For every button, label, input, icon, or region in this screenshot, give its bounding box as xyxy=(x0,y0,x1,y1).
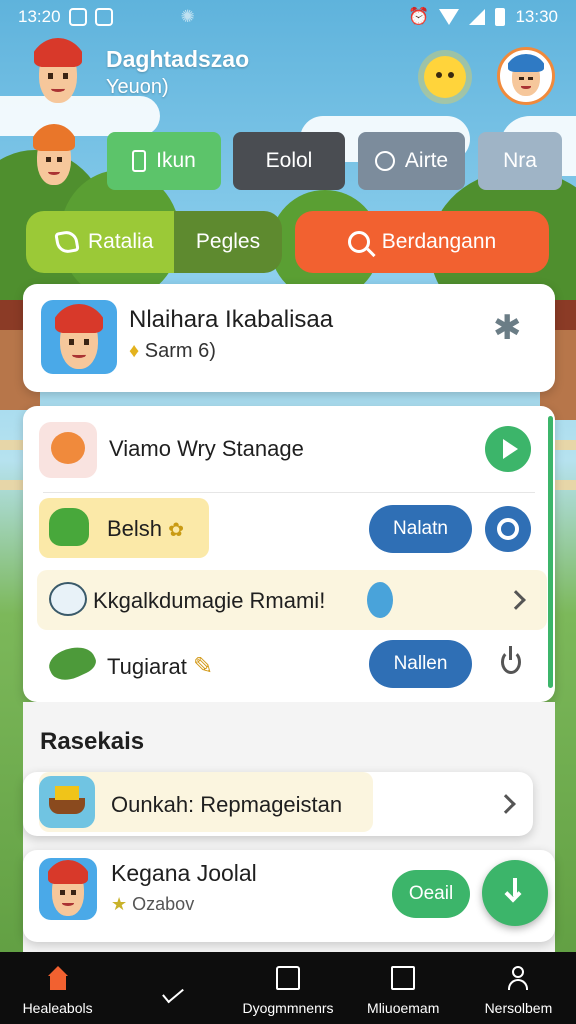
status-time-right: 13:30 xyxy=(515,7,558,26)
activity-list-card: Viamo Wry Stanage Belsh ✿ Nalatn Kkgalkd… xyxy=(23,406,555,702)
recent-item-meta-text: Ozabov xyxy=(132,894,195,914)
assistant-icon: ✺ xyxy=(180,7,195,26)
chat-icon xyxy=(39,422,97,478)
phone-icon xyxy=(54,229,80,255)
frog-icon xyxy=(49,508,89,546)
nav-item-label: Mliuoemam xyxy=(367,1000,440,1016)
profile-card[interactable]: Nlaihara Ikabalisaa ♦ Sarm 6) ✱ xyxy=(23,284,555,392)
bird-icon xyxy=(367,582,393,618)
search-button[interactable]: Berdangann xyxy=(295,211,549,273)
quick-button-label: Eolol xyxy=(265,149,313,172)
mascot-avatar xyxy=(28,124,80,188)
nav-item-label: Dyogmmnenrs xyxy=(242,1000,334,1016)
recent-item[interactable]: Ounkah: Repmageistan xyxy=(23,772,533,836)
nav-item-label: Healeabols xyxy=(22,1000,93,1016)
chevron-right-icon[interactable] xyxy=(496,794,516,814)
tool-icon xyxy=(374,151,395,171)
nav-item-mliuoemam[interactable]: Mliuoemam xyxy=(346,952,461,1024)
pin-icon[interactable]: ✱ xyxy=(493,308,522,348)
list-item[interactable]: Tugiarat ✎ Nallen xyxy=(23,632,549,696)
download-icon xyxy=(504,878,524,906)
phone-icon xyxy=(132,150,147,172)
download-fab[interactable] xyxy=(482,860,548,926)
recent-item-meta: ★ Ozabov xyxy=(111,894,194,915)
oeail-button[interactable]: Oeail xyxy=(392,870,470,918)
app-notification-icon xyxy=(68,8,87,26)
home-icon xyxy=(46,966,70,990)
quick-button-label: Nra xyxy=(503,149,537,172)
list-item-label: Tugiarat ✎ xyxy=(107,653,214,680)
quick-button-label: Ikun xyxy=(156,149,196,172)
alarm-icon: ⏰ xyxy=(408,7,430,26)
list-item[interactable]: Kkgalkdumagie Rmami! xyxy=(37,570,547,630)
recent-item-label: Kegana Joolal xyxy=(111,860,257,886)
profile-card-avatar xyxy=(41,300,117,374)
quick-button-airte[interactable]: Airte xyxy=(358,132,465,190)
profile-card-meta-text: Sarm 6) xyxy=(144,340,216,362)
message-icon xyxy=(391,966,416,990)
profile-button[interactable] xyxy=(497,47,555,105)
ratalia-label: Ratalia xyxy=(88,230,154,253)
nav-item-dyogmmnenrs[interactable]: Dyogmmnenrs xyxy=(230,952,345,1024)
recent-item-label: Ounkah: Repmageistan xyxy=(111,792,343,817)
list-item[interactable]: Viamo Wry Stanage xyxy=(23,406,549,492)
list-item[interactable]: Belsh ✿ Nalatn xyxy=(23,494,549,566)
status-bar: 13:20 ✺ ⏰ 13:30 xyxy=(0,0,576,34)
nalatn-button[interactable]: Nalatn xyxy=(369,505,472,553)
nav-item-check[interactable] xyxy=(115,952,230,1024)
list-item-label: Kkgalkdumagie Rmami! xyxy=(93,588,326,613)
search-icon xyxy=(347,231,370,253)
header-avatar[interactable] xyxy=(28,38,88,106)
search-label: Berdangann xyxy=(381,230,497,253)
chevron-right-icon[interactable] xyxy=(506,590,526,610)
quick-button-ikun[interactable]: Ikun xyxy=(107,132,221,190)
boat-icon xyxy=(39,776,95,828)
sparkle-icon: ✿ xyxy=(168,520,185,541)
bottom-navigation: Healeabols Dyogmmnenrs Mliuoemam Nersolb… xyxy=(0,952,576,1024)
profile-card-name: Nlaihara Ikabalisaa xyxy=(129,306,334,333)
list-item-label: Viamo Wry Stanage xyxy=(109,436,304,461)
pegles-button[interactable]: Pegles xyxy=(174,211,282,273)
quick-button-eolol[interactable]: Eolol xyxy=(233,132,345,190)
pegles-label: Pegles xyxy=(195,230,261,253)
wifi-icon xyxy=(439,9,460,25)
section-title: Rasekais xyxy=(40,728,145,755)
nav-item-home[interactable]: Healeabols xyxy=(0,952,115,1024)
recent-item[interactable]: Kegana Joolal ★ Ozabov Oeail xyxy=(23,850,555,942)
signal-icon xyxy=(469,9,486,25)
list-item-label: Belsh ✿ xyxy=(107,516,185,541)
nav-item-nersolbem[interactable]: Nersolbem xyxy=(461,952,576,1024)
quick-button-label: Airte xyxy=(404,149,449,172)
dino-icon xyxy=(44,639,100,687)
recent-item-avatar xyxy=(39,858,97,920)
battery-icon xyxy=(495,8,506,26)
app-subtitle: Yeuon) xyxy=(106,76,169,98)
profile-avatar xyxy=(504,54,548,98)
profile-card-meta: ♦ Sarm 6) xyxy=(129,340,216,363)
house-icon xyxy=(276,966,300,990)
sun-icon[interactable] xyxy=(424,56,466,98)
user-icon xyxy=(506,966,530,990)
nallen-button[interactable]: Nallen xyxy=(369,640,472,688)
star-icon: ★ xyxy=(111,894,128,914)
play-button[interactable] xyxy=(485,426,531,472)
feather-icon: ✎ xyxy=(193,653,214,680)
quick-button-nra[interactable]: Nra xyxy=(478,132,562,190)
check-icon xyxy=(161,982,185,1006)
ratalia-button[interactable]: Ratalia xyxy=(26,211,174,273)
target-button[interactable] xyxy=(485,506,531,552)
app-title: Daghtadszao xyxy=(106,46,250,72)
nav-item-label: Nersolbem xyxy=(484,1000,553,1016)
cloud-icon xyxy=(49,582,87,616)
gallery-notification-icon xyxy=(94,8,113,26)
diamond-icon: ♦ xyxy=(129,340,140,362)
ratalia-pegles-button[interactable]: Ratalia Pegles xyxy=(26,211,282,273)
status-time-left: 13:20 xyxy=(18,7,61,26)
